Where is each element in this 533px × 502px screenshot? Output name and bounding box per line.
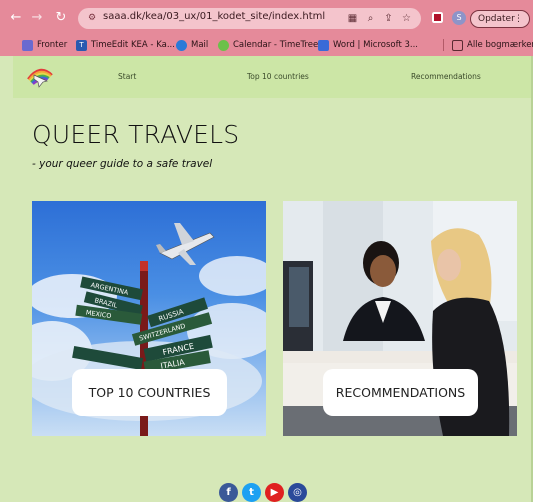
menu-dots-icon[interactable]: ⋮ [514, 11, 523, 27]
bookmark-label: Alle bogmærker [467, 40, 533, 50]
bookmark-calendar[interactable]: Calendar - TimeTree [218, 38, 318, 52]
card-label-top-10-countries[interactable]: TOP 10 COUNTRIES [72, 369, 227, 416]
translate-icon[interactable]: ▦ [346, 12, 359, 25]
card-recommendations[interactable]: RECOMMENDATIONS [283, 201, 517, 436]
calendar-icon [218, 39, 229, 51]
browser-chrome: ← → ↻ ⚙ saaa.dk/kea/03_ux/01_kodet_site/… [0, 0, 533, 56]
address-bar[interactable]: ⚙ saaa.dk/kea/03_ux/01_kodet_site/index.… [78, 8, 421, 29]
bookmark-mail[interactable]: Mail [176, 38, 208, 52]
bookmark-label: Fronter [37, 40, 68, 50]
back-arrow-icon[interactable]: ← [7, 9, 25, 27]
bookmark-label: Mail [191, 40, 209, 50]
bookmark-label: Word | Microsoft 3... [333, 40, 419, 50]
twitter-icon[interactable]: t [242, 483, 261, 502]
folder-icon [452, 39, 463, 51]
bookmark-fronter[interactable]: Fronter [22, 38, 67, 52]
nav-link-recommendations[interactable]: Recommendations [411, 72, 481, 81]
social-links: f t ▶ ◎ [219, 483, 307, 502]
page-left-margin [0, 56, 13, 502]
bookmark-star-icon[interactable]: ☆ [400, 12, 413, 25]
card-label-recommendations[interactable]: RECOMMENDATIONS [323, 369, 478, 416]
bookmark-label: TimeEdit KEA - Ka... [91, 40, 175, 50]
share-icon[interactable]: ⇪ [382, 12, 395, 25]
page-subtitle: - your queer guide to a safe travel [32, 158, 213, 170]
nav-link-start[interactable]: Start [118, 72, 136, 81]
zoom-icon[interactable]: ⌕ [364, 12, 377, 25]
site-navbar: Start Top 10 countries Recommendations [13, 56, 531, 98]
bookmark-label: Calendar - TimeTree [233, 40, 319, 50]
bookmarks-divider [443, 39, 444, 51]
bookmark-all-folder[interactable]: Alle bogmærker [452, 38, 533, 52]
timeedit-icon: T [76, 39, 87, 51]
instagram-icon[interactable]: ◎ [288, 483, 307, 502]
page-title: QUEER TRAVELS [32, 120, 240, 149]
site-info-icon[interactable]: ⚙ [86, 12, 98, 24]
reload-icon[interactable]: ↻ [52, 9, 70, 27]
airplane-icon [156, 223, 215, 265]
extension-frame-icon[interactable] [432, 12, 443, 23]
facebook-icon[interactable]: f [219, 483, 238, 502]
bookmark-timeedit[interactable]: T TimeEdit KEA - Ka... [76, 38, 175, 52]
update-button[interactable]: Opdater ⋮ [470, 10, 530, 28]
forward-arrow-icon[interactable]: → [28, 9, 46, 27]
card-top-10-countries[interactable]: ARGENTINA BRAZIL MEXICO RUSSIA SWITZERLA… [32, 201, 266, 436]
youtube-icon[interactable]: ▶ [265, 483, 284, 502]
bookmarks-bar: Fronter T TimeEdit KEA - Ka... Mail Cale… [0, 34, 533, 56]
word-icon [318, 39, 329, 51]
mail-icon [176, 39, 187, 51]
nav-link-top-10-countries[interactable]: Top 10 countries [247, 72, 309, 81]
update-button-label: Opdater [478, 14, 515, 24]
rainbow-plane-logo[interactable] [25, 61, 55, 89]
fronter-icon [22, 39, 33, 51]
profile-avatar[interactable]: S [452, 11, 466, 25]
browser-toolbar: ← → ↻ ⚙ saaa.dk/kea/03_ux/01_kodet_site/… [0, 0, 533, 34]
bookmark-word[interactable]: Word | Microsoft 3... [318, 38, 418, 52]
url-text[interactable]: saaa.dk/kea/03_ux/01_kodet_site/index.ht… [103, 11, 325, 22]
